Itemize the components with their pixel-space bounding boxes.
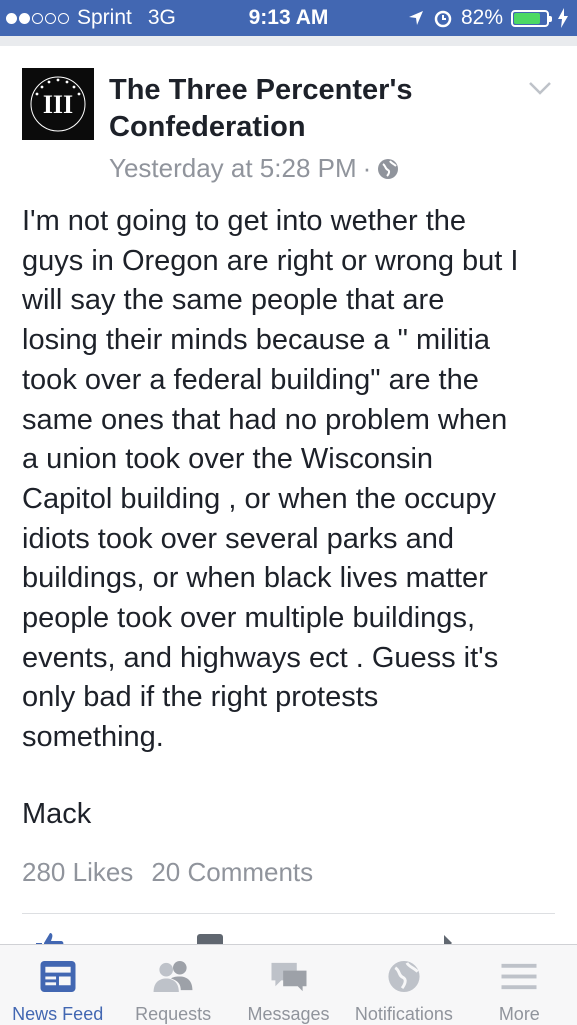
status-right: 82% xyxy=(407,6,569,30)
globe-icon xyxy=(388,960,420,993)
public-globe-icon xyxy=(378,158,399,179)
status-bar: Sprint 3G 9:13 AM 82% xyxy=(0,0,577,36)
bottom-tab-bar: News Feed Requests Messages Notification… xyxy=(0,944,577,1025)
battery-percent: 82% xyxy=(460,6,503,29)
post-signature: Mack xyxy=(22,798,92,830)
alarm-clock-icon xyxy=(434,10,452,28)
messages-icon xyxy=(271,962,307,992)
tab-requests[interactable]: Requests xyxy=(115,945,230,1025)
likes-count[interactable]: 280 Likes xyxy=(22,857,133,888)
charging-bolt-icon xyxy=(558,8,568,28)
page-name-link[interactable]: The Three Percenter's Confederation xyxy=(109,72,509,146)
feed-separator xyxy=(0,36,577,46)
tab-more[interactable]: More xyxy=(462,945,577,1025)
menu-icon xyxy=(501,963,537,990)
news-feed-icon xyxy=(40,960,76,993)
tab-label: News Feed xyxy=(12,1004,104,1024)
tab-notifications[interactable]: Notifications xyxy=(346,945,461,1025)
tab-label: Requests xyxy=(135,1004,212,1024)
engagement-counts: 280 Likes 20 Comments xyxy=(22,857,313,888)
friend-requests-icon xyxy=(153,960,193,993)
battery-icon xyxy=(511,9,552,27)
post-meta: Yesterday at 5:28 PM · xyxy=(109,153,399,184)
meta-separator: · xyxy=(362,153,372,183)
location-arrow-icon xyxy=(408,11,423,25)
tab-label: Messages xyxy=(247,1004,330,1024)
chevron-down-icon[interactable] xyxy=(528,80,552,96)
tab-label: More xyxy=(498,1004,540,1024)
comments-count[interactable]: 20 Comments xyxy=(151,857,313,888)
actions-divider xyxy=(22,913,555,914)
logo-roman-numeral: III xyxy=(43,90,73,119)
post-timestamp[interactable]: Yesterday at 5:28 PM xyxy=(109,153,357,184)
tab-messages[interactable]: Messages xyxy=(231,945,346,1025)
page-avatar[interactable]: III xyxy=(22,68,94,140)
post-body-text: I'm not going to get into wether the guy… xyxy=(22,205,519,754)
tab-label: Notifications xyxy=(354,1004,453,1024)
tab-news-feed[interactable]: News Feed xyxy=(0,945,115,1025)
